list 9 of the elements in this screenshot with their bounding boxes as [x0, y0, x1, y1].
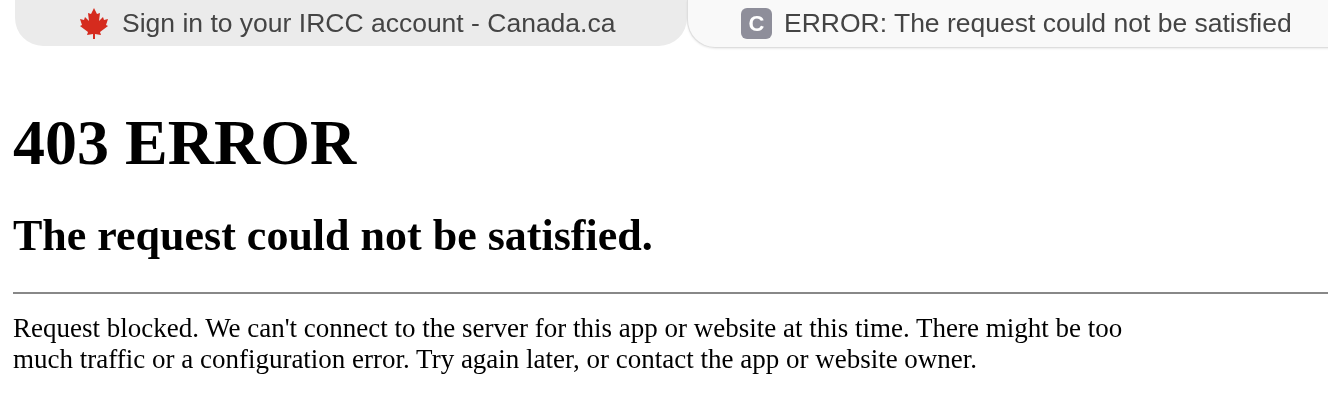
browser-tab[interactable]: C ERROR: The request could not be satisfied — [687, 0, 1328, 48]
site-icon: C — [741, 8, 772, 39]
error-subheading: The request could not be satisfied. — [13, 210, 654, 262]
tab-title: Sign in to your IRCC account - Canada.ca — [122, 7, 616, 39]
maple-leaf-icon — [78, 7, 110, 39]
error-heading: 403 ERROR — [13, 106, 358, 180]
error-message: Request blocked. We can't connect to the server for this app or website at this time. There might be too much traffic or a configuration error. Try again later, or contact the app or website owner. — [13, 313, 1124, 375]
tab-title: ERROR: The request could not be satisfied — [784, 8, 1292, 39]
browser-tab[interactable]: Sign in to your IRCC account - Canada.ca — [15, 0, 687, 46]
